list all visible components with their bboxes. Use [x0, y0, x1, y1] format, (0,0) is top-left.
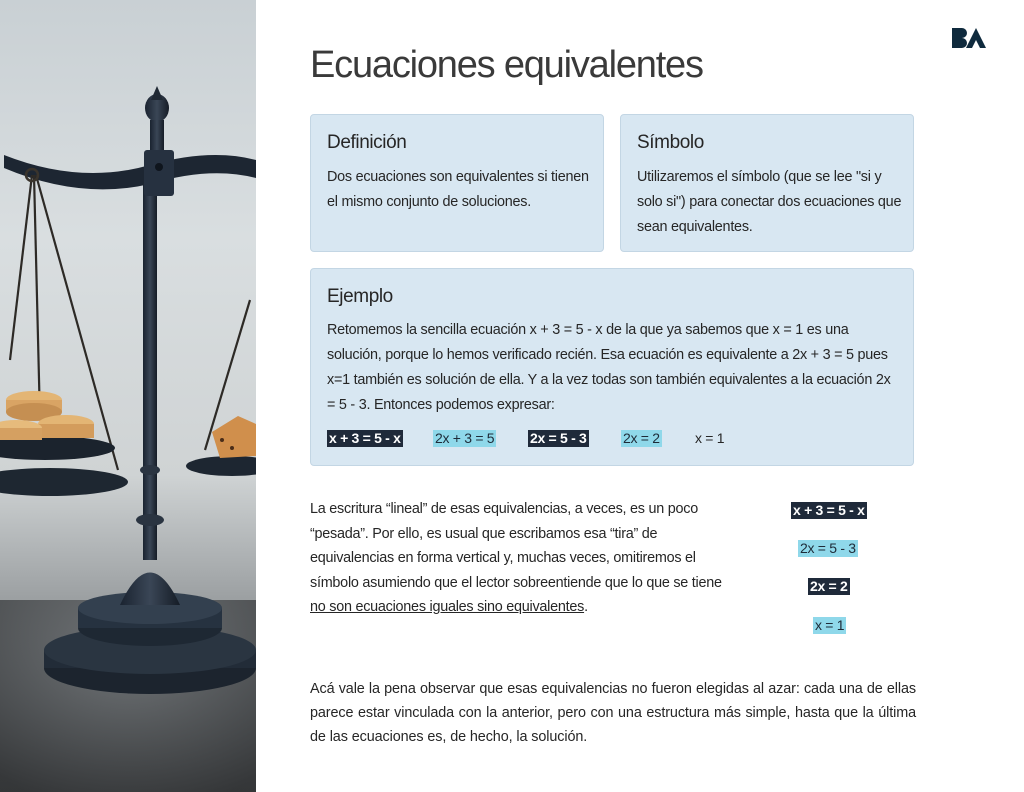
equation-chip: 2x = 2 — [808, 578, 850, 595]
equation-chip: 2x = 5 - 3 — [528, 430, 589, 447]
balance-scale-image — [0, 0, 256, 792]
symbol-heading: Símbolo — [637, 132, 704, 153]
paragraph-end: . — [584, 599, 588, 616]
paragraph-text: La escritura “lineal” de esas equivalenc… — [310, 501, 722, 591]
closing-paragraph: Acá vale la pena observar que esas equiv… — [310, 681, 916, 745]
equation-chip: x = 1 — [695, 430, 725, 446]
equation-chip: 2x + 3 = 5 — [433, 430, 497, 447]
definition-heading: Definición — [327, 132, 407, 153]
equation-chip: 2x = 5 - 3 — [798, 540, 858, 557]
example-text: Retomemos la sencilla ecuación x + 3 = 5… — [327, 322, 891, 413]
equation-chip: x = 1 — [813, 617, 847, 634]
symbol-text: Utilizaremos el símbolo (que se lee "si … — [637, 169, 902, 235]
underlined-phrase: no son ecuaciones iguales sino equivalen… — [310, 599, 585, 616]
vertical-writing-paragraph: La escritura “lineal” de esas equivalenc… — [310, 497, 730, 620]
definition-text: Dos ecuaciones son equivalentes si tiene… — [327, 169, 589, 210]
equation-chip: 2x = 2 — [621, 430, 662, 447]
equation-chip: x + 3 = 5 - x — [791, 502, 867, 519]
example-heading: Ejemplo — [327, 286, 393, 307]
definition-card: Definición Dos ecuaciones son equivalent… — [310, 114, 604, 252]
example-card: Ejemplo Retomemos la sencilla ecuación x… — [310, 268, 914, 466]
ba-logo-icon — [950, 26, 988, 50]
symbol-card: Símbolo Utilizaremos el símbolo (que se … — [620, 114, 914, 252]
equation-chip: x + 3 = 5 - x — [327, 430, 403, 447]
page-title: Ecuaciones equivalentes — [310, 44, 704, 86]
